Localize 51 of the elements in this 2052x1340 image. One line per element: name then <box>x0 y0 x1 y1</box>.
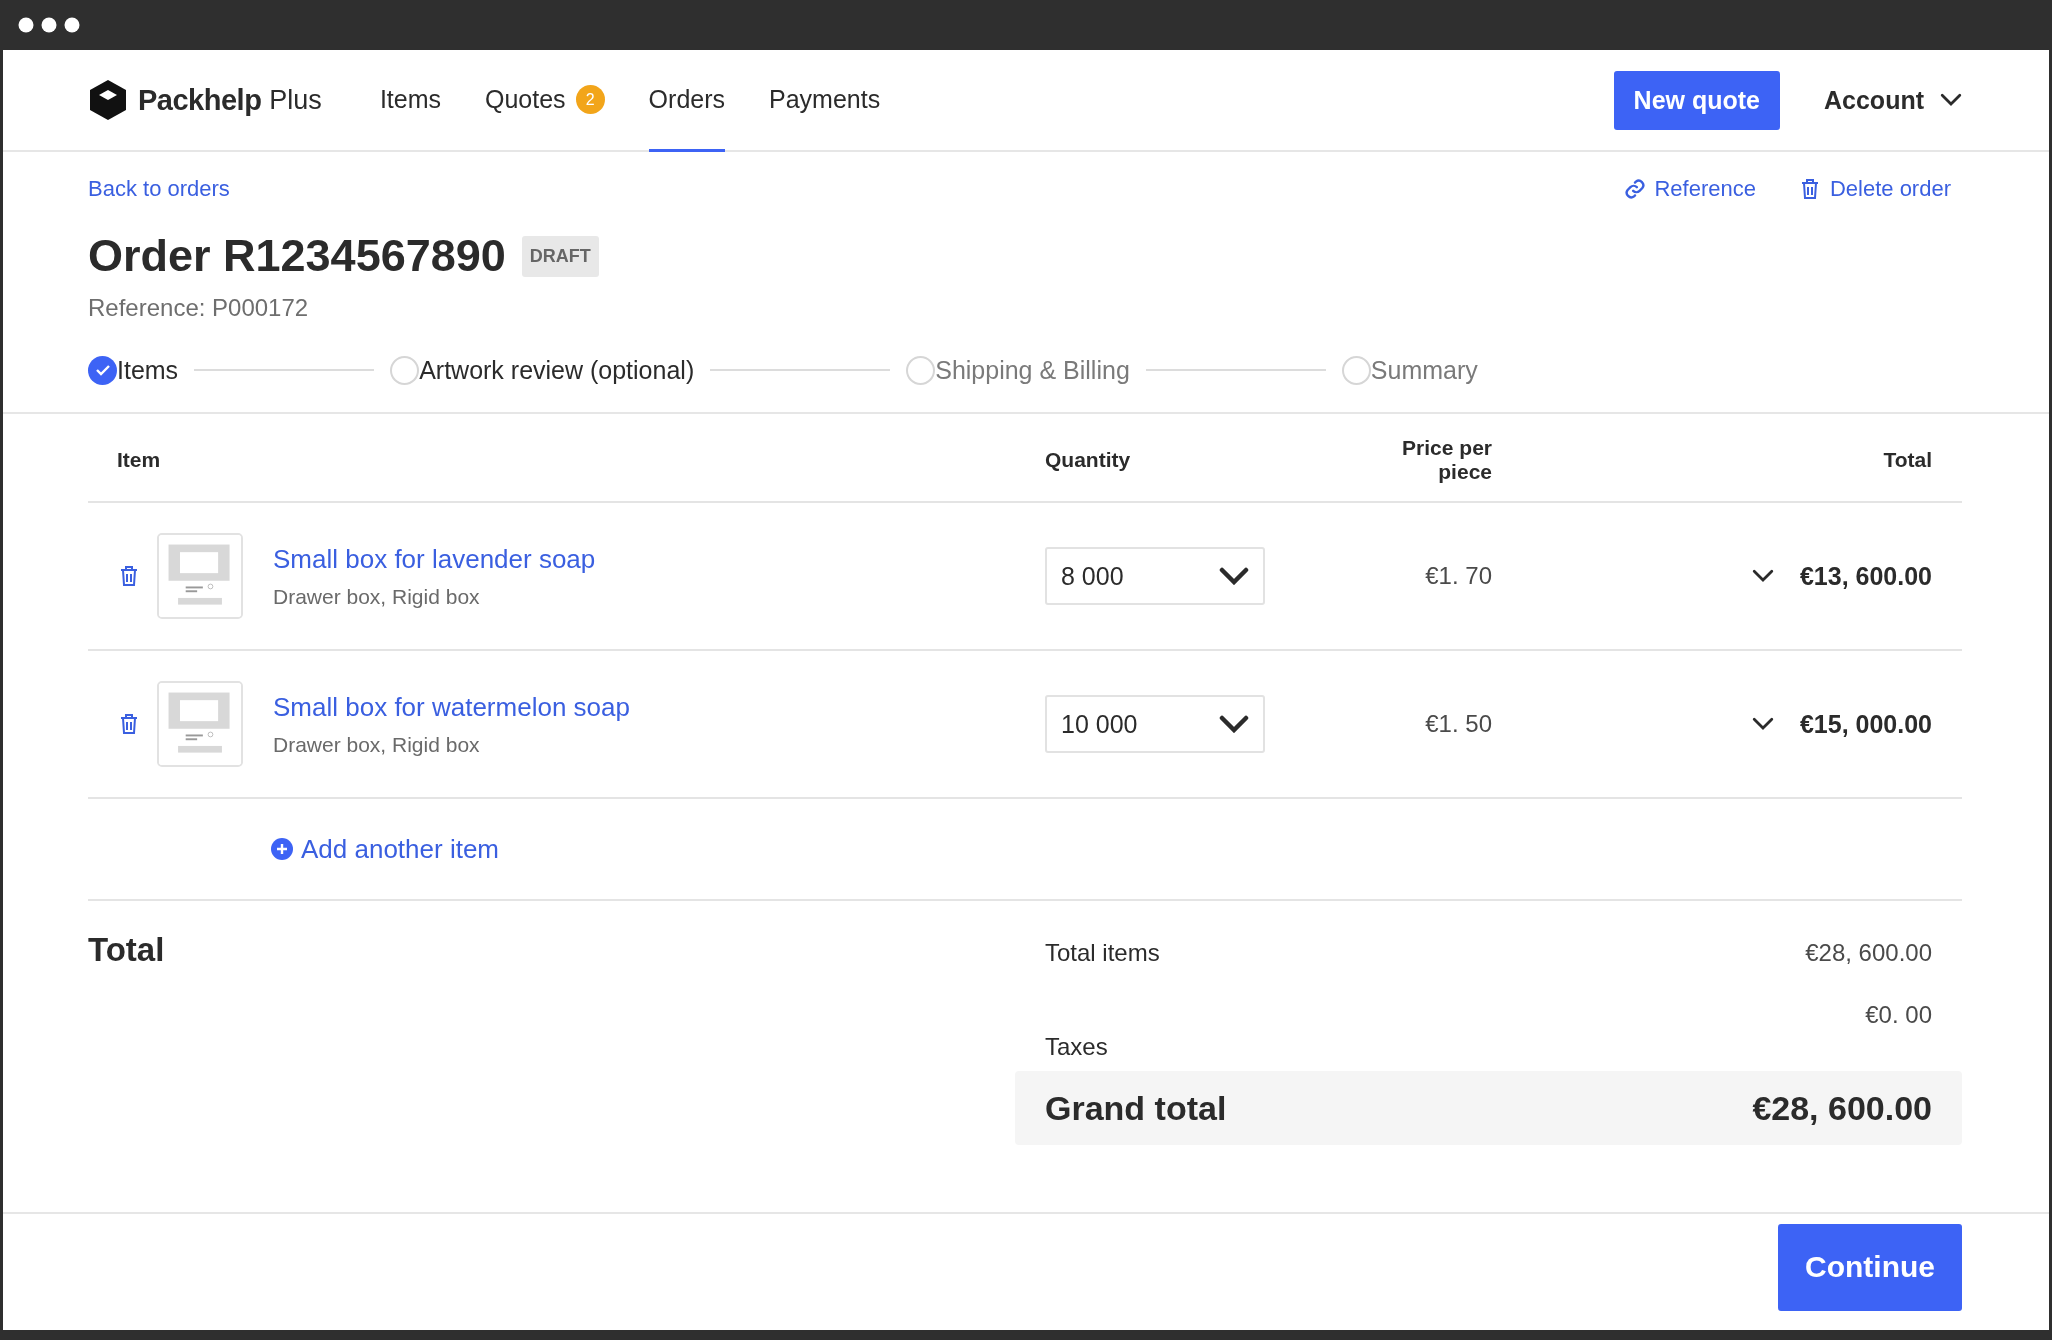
new-quote-button[interactable]: New quote <box>1613 70 1780 130</box>
chevron-down-icon <box>1219 715 1249 733</box>
price-per-piece: €1. 70 <box>1425 562 1492 590</box>
total-label: Taxes <box>1045 1033 1108 1062</box>
chevron-down-icon <box>1940 93 1962 107</box>
item-name-link[interactable]: Small box for watermelon soap <box>273 691 630 723</box>
order-title: Order R1234567890 <box>88 230 506 282</box>
brand-suffix: Plus <box>269 84 322 116</box>
nav-tab[interactable]: Payments <box>769 50 881 152</box>
brand-name: Packhelp <box>138 83 262 117</box>
chevron-down-icon <box>1751 717 1774 731</box>
reference-link[interactable]: Reference <box>1624 176 1756 202</box>
nav-tab[interactable]: Items <box>379 50 441 152</box>
row-total: €15, 000.00 <box>1799 709 1932 739</box>
link-icon <box>1624 178 1647 200</box>
continue-button[interactable]: Continue <box>1778 1223 1962 1311</box>
item-name-link[interactable]: Small box for lavender soap <box>273 543 596 575</box>
quantity-select[interactable]: 8 000 <box>1045 547 1265 605</box>
step-label[interactable]: Artwork review (optional) <box>419 355 695 385</box>
count-badge: 2 <box>575 85 605 114</box>
totals-title: Total <box>88 931 166 970</box>
item-type: Drawer box, Rigid box <box>273 732 481 757</box>
back-link[interactable]: Back to orders <box>88 176 230 202</box>
nav-tab[interactable]: Quotes 2 <box>485 50 605 152</box>
account-menu[interactable]: Account <box>1824 85 1962 115</box>
step-label[interactable]: Summary <box>1370 355 1478 385</box>
nav-tab[interactable]: Orders <box>648 50 725 152</box>
status-badge: DRAFT <box>521 235 599 277</box>
plus-circle-icon <box>271 838 293 860</box>
total-value: €0. 00 <box>1865 1001 1932 1030</box>
step-label[interactable]: Shipping & Billing <box>935 355 1130 385</box>
grand-total-value: €28, 600.00 <box>1752 1088 1932 1128</box>
order-reference: Reference: P000172 <box>88 294 310 322</box>
quantity-select[interactable]: 10 000 <box>1045 695 1265 753</box>
column-header: Quantity <box>1045 447 1132 472</box>
cube-logo-icon <box>88 78 128 122</box>
item-type: Drawer box, Rigid box <box>273 584 481 609</box>
add-item-link[interactable]: Add another item <box>271 833 499 865</box>
total-label: Total items <box>1045 939 1160 967</box>
total-value: €28, 600.00 <box>1805 939 1932 968</box>
row-total: €13, 600.00 <box>1799 561 1932 591</box>
column-header: Item <box>117 447 162 472</box>
delete-order-link[interactable]: Delete order <box>1797 176 1951 202</box>
window-controls-icon <box>18 17 82 33</box>
price-per-piece: €1. 50 <box>1425 710 1492 738</box>
chevron-down-icon <box>1751 569 1774 583</box>
step-label[interactable]: Items <box>117 355 179 385</box>
chevron-down-icon <box>1219 567 1249 585</box>
column-header: Total <box>1882 447 1932 472</box>
grand-total-label: Grand total <box>1045 1088 1227 1128</box>
column-header: Price per piece <box>1401 435 1492 484</box>
